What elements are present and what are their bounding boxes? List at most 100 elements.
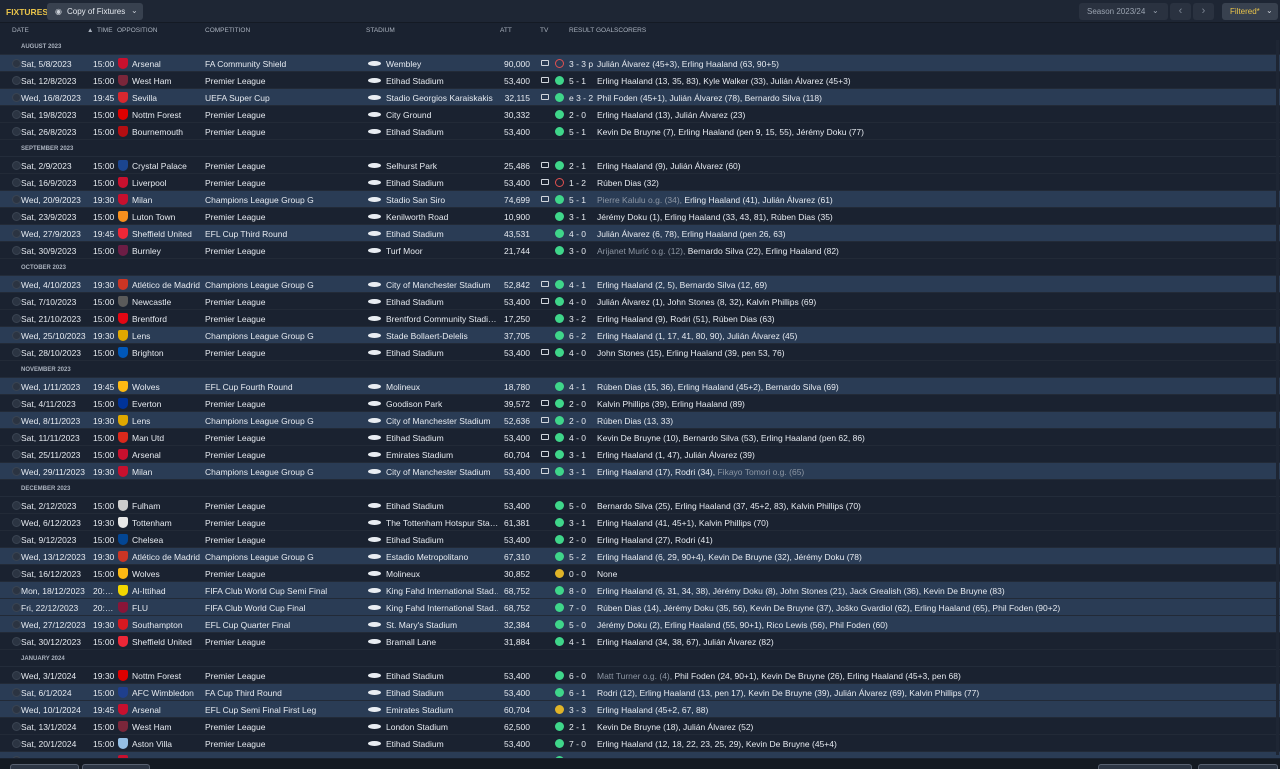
scrollbar[interactable] [1276, 40, 1279, 755]
bottom-button-4[interactable] [1198, 764, 1278, 769]
fixture-row[interactable]: Wed, 6/12/2023 19:30 Tottenham Premier Leag… [0, 514, 1280, 531]
row-select-checkbox[interactable] [12, 569, 21, 578]
match-score[interactable]: 4 - 0 [569, 229, 586, 239]
competition-name[interactable]: Premier League [205, 722, 265, 732]
col-tv[interactable]: TV [540, 27, 548, 34]
opposition-name[interactable]: Aston Villa [132, 739, 172, 749]
row-select-checkbox[interactable] [12, 518, 21, 527]
row-select-checkbox[interactable] [12, 110, 21, 119]
row-select-checkbox[interactable] [12, 756, 21, 758]
opposition-name[interactable]: Atlético de Madrid [132, 280, 200, 290]
match-score[interactable]: 5 - 1 [569, 127, 586, 137]
fixture-row[interactable]: Sat, 23/9/2023 15:00 Luton Town Premier Lea… [0, 208, 1280, 225]
row-select-checkbox[interactable] [12, 671, 21, 680]
match-score[interactable]: 1 - 2 [569, 178, 586, 188]
fixture-row[interactable]: Wed, 10/1/2024 19:45 Arsenal EFL Cup Semi F… [0, 701, 1280, 718]
filter-button[interactable]: Filtered* ⌄ [1222, 3, 1278, 20]
opposition-name[interactable]: Brentford [132, 314, 167, 324]
competition-name[interactable]: Premier League [205, 671, 265, 681]
match-score[interactable]: 3 - 3 [569, 705, 586, 715]
competition-name[interactable]: EFL Cup Semi Final Second Leg [205, 756, 328, 758]
match-score[interactable]: 2 - 0 [569, 110, 586, 120]
row-select-checkbox[interactable] [12, 246, 21, 255]
fixture-row[interactable]: Sat, 12/8/2023 15:00 West Ham Premier Leagu… [0, 72, 1280, 89]
fixture-row[interactable]: Wed, 20/9/2023 19:30 Milan Champions League… [0, 191, 1280, 208]
fixture-row[interactable]: Sat, 6/1/2024 15:00 AFC Wimbledon FA Cup Th… [0, 684, 1280, 701]
competition-name[interactable]: FA Cup Third Round [205, 688, 282, 698]
fixture-row[interactable]: Wed, 1/11/2023 19:45 Wolves EFL Cup Fourth … [0, 378, 1280, 395]
col-result[interactable]: RESULT [569, 27, 594, 34]
row-select-checkbox[interactable] [12, 467, 21, 476]
match-score[interactable]: 3 - 2 [569, 314, 586, 324]
competition-name[interactable]: Premier League [205, 739, 265, 749]
fixture-row[interactable]: Sat, 30/9/2023 15:00 Burnley Premier League… [0, 242, 1280, 259]
row-select-checkbox[interactable] [12, 178, 21, 187]
opposition-name[interactable]: Milan [132, 195, 152, 205]
season-select-button[interactable]: Season 2023/24 ⌄ [1079, 3, 1168, 20]
fixture-row[interactable]: Sat, 5/8/2023 15:00 Arsenal FA Community Sh… [0, 55, 1280, 72]
competition-name[interactable]: Premier League [205, 127, 265, 137]
bottom-button-2[interactable] [82, 764, 150, 769]
opposition-name[interactable]: Newcastle [132, 297, 171, 307]
fixture-row[interactable]: Sat, 11/11/2023 15:00 Man Utd Premier Leagu… [0, 429, 1280, 446]
fixture-row[interactable]: Wed, 4/10/2023 19:30 Atlético de Madrid Cha… [0, 276, 1280, 293]
fixture-row[interactable]: Mon, 18/12/2023 20:… Al-Ittihad FIFA Club W… [0, 582, 1280, 599]
competition-name[interactable]: EFL Cup Quarter Final [205, 620, 290, 630]
match-score[interactable]: 3 - 1 [569, 450, 586, 460]
row-select-checkbox[interactable] [12, 637, 21, 646]
row-select-checkbox[interactable] [12, 399, 21, 408]
competition-name[interactable]: EFL Cup Fourth Round [205, 382, 293, 392]
match-score[interactable]: 3 - 1 [569, 467, 586, 477]
opposition-name[interactable]: Sheffield United [132, 637, 192, 647]
opposition-name[interactable]: Arsenal [132, 756, 161, 758]
row-select-checkbox[interactable] [12, 705, 21, 714]
competition-name[interactable]: Premier League [205, 569, 265, 579]
competition-name[interactable]: Premier League [205, 433, 265, 443]
row-select-checkbox[interactable] [12, 382, 21, 391]
competition-name[interactable]: Premier League [205, 110, 265, 120]
row-select-checkbox[interactable] [12, 161, 21, 170]
opposition-name[interactable]: Sevilla [132, 93, 157, 103]
competition-name[interactable]: Premier League [205, 348, 265, 358]
match-score[interactable]: e 3 - 2 [569, 93, 593, 103]
row-select-checkbox[interactable] [12, 331, 21, 340]
match-score[interactable]: 3 - 0 [569, 756, 586, 758]
competition-name[interactable]: Premier League [205, 518, 265, 528]
opposition-name[interactable]: Lens [132, 331, 150, 341]
row-select-checkbox[interactable] [12, 229, 21, 238]
opposition-name[interactable]: Arsenal [132, 705, 161, 715]
competition-name[interactable]: Premier League [205, 450, 265, 460]
competition-name[interactable]: Premier League [205, 76, 265, 86]
opposition-name[interactable]: Arsenal [132, 450, 161, 460]
row-select-checkbox[interactable] [12, 280, 21, 289]
match-score[interactable]: 5 - 0 [569, 620, 586, 630]
competition-name[interactable]: Premier League [205, 399, 265, 409]
fixture-row[interactable]: Sat, 7/10/2023 15:00 Newcastle Premier Leag… [0, 293, 1280, 310]
competition-name[interactable]: Premier League [205, 178, 265, 188]
opposition-name[interactable]: Wolves [132, 569, 160, 579]
match-score[interactable]: 4 - 0 [569, 348, 586, 358]
next-season-button[interactable]: › [1193, 3, 1214, 20]
fixture-row[interactable]: Sat, 19/8/2023 15:00 Nottm Forest Premier L… [0, 106, 1280, 123]
opposition-name[interactable]: Nottm Forest [132, 110, 181, 120]
match-score[interactable]: 2 - 0 [569, 535, 586, 545]
fixture-row[interactable]: Fri, 22/12/2023 20:… FLU FIFA Club World Cu… [0, 599, 1280, 616]
opposition-name[interactable]: Everton [132, 399, 161, 409]
match-score[interactable]: 0 - 0 [569, 569, 586, 579]
fixture-row[interactable]: Wed, 8/11/2023 19:30 Lens Champions League … [0, 412, 1280, 429]
opposition-name[interactable]: Brighton [132, 348, 164, 358]
fixture-row[interactable]: Wed, 13/12/2023 19:30 Atlético de Madrid Ch… [0, 548, 1280, 565]
competition-name[interactable]: Premier League [205, 501, 265, 511]
fixture-row[interactable]: Sat, 20/1/2024 15:00 Aston Villa Premier Le… [0, 735, 1280, 752]
fixture-row[interactable]: Sat, 4/11/2023 15:00 Everton Premier League… [0, 395, 1280, 412]
fixture-row[interactable]: Sat, 9/12/2023 15:00 Chelsea Premier League… [0, 531, 1280, 548]
competition-name[interactable]: Premier League [205, 212, 265, 222]
competition-name[interactable]: Champions League Group G [205, 195, 314, 205]
competition-name[interactable]: Premier League [205, 637, 265, 647]
opposition-name[interactable]: Chelsea [132, 535, 163, 545]
fixture-row[interactable]: Sat, 26/8/2023 15:00 Bournemouth Premier Le… [0, 123, 1280, 140]
col-date[interactable]: DATE [12, 27, 29, 34]
fixture-row[interactable]: Wed, 27/9/2023 19:45 Sheffield United EFL C… [0, 225, 1280, 242]
competition-name[interactable]: Champions League Group G [205, 552, 314, 562]
competition-name[interactable]: FA Community Shield [205, 59, 286, 69]
